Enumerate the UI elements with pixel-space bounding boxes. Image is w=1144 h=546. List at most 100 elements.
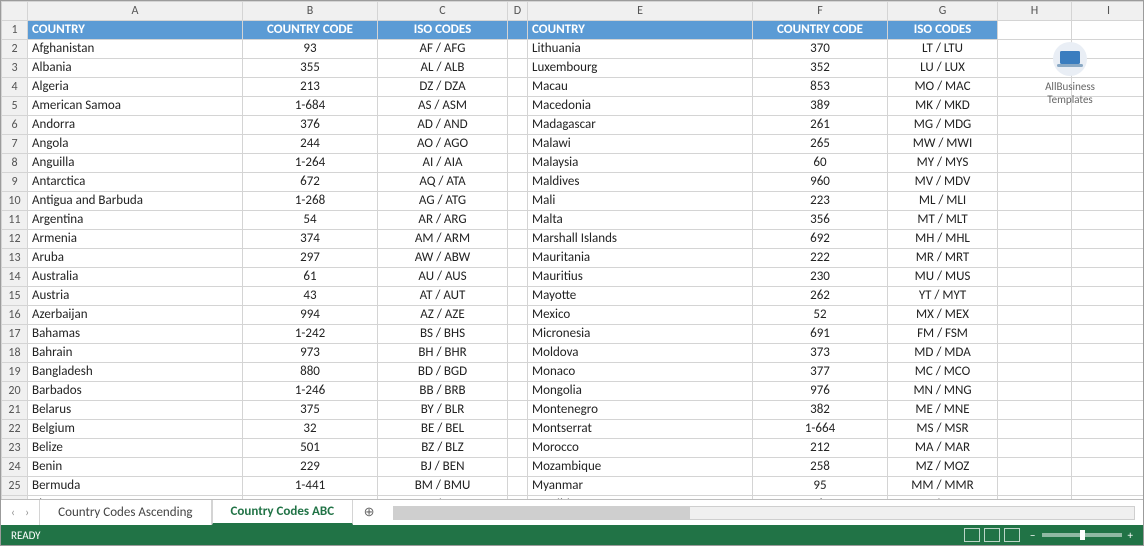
cell[interactable]: 382	[753, 401, 888, 420]
cell[interactable]: Luxembourg	[528, 59, 753, 78]
cell[interactable]: AU / AUS	[378, 268, 508, 287]
cell[interactable]: MX / MEX	[888, 306, 998, 325]
cell[interactable]: AZ / AZE	[378, 306, 508, 325]
cell[interactable]	[508, 344, 528, 363]
cell[interactable]: Moldova	[528, 344, 753, 363]
col-heading-F[interactable]: F	[753, 2, 888, 21]
cell[interactable]: Montserrat	[528, 420, 753, 439]
cell[interactable]: 1-264	[243, 154, 378, 173]
cell[interactable]	[508, 420, 528, 439]
cell[interactable]: MT / MLT	[888, 211, 998, 230]
cell[interactable]	[998, 325, 1072, 344]
cell[interactable]: 1-242	[243, 325, 378, 344]
cell[interactable]: LU / LUX	[888, 59, 998, 78]
cell[interactable]: Mali	[528, 192, 753, 211]
cell[interactable]	[508, 40, 528, 59]
row-heading[interactable]: 1	[2, 21, 28, 40]
cell[interactable]: Albania	[28, 59, 243, 78]
row-heading[interactable]: 24	[2, 458, 28, 477]
cell[interactable]	[1072, 287, 1144, 306]
row-heading[interactable]: 21	[2, 401, 28, 420]
cell[interactable]: 244	[243, 135, 378, 154]
view-normal-icon[interactable]	[964, 528, 980, 542]
cell[interactable]: ISO CODES	[378, 21, 508, 40]
cell[interactable]: Antarctica	[28, 173, 243, 192]
cell[interactable]: Mayotte	[528, 287, 753, 306]
cell[interactable]: 501	[243, 439, 378, 458]
cell[interactable]: Bermuda	[28, 477, 243, 496]
cell[interactable]: 43	[243, 287, 378, 306]
cell[interactable]: 32	[243, 420, 378, 439]
cell[interactable]: Belgium	[28, 420, 243, 439]
horizontal-scrollbar[interactable]	[385, 500, 1143, 525]
row-heading[interactable]: 14	[2, 268, 28, 287]
cell[interactable]: 297	[243, 249, 378, 268]
col-heading-G[interactable]: G	[888, 2, 998, 21]
cell[interactable]: Marshall Islands	[528, 230, 753, 249]
cell[interactable]	[998, 135, 1072, 154]
cell[interactable]: COUNTRY	[528, 21, 753, 40]
cell[interactable]: 376	[243, 116, 378, 135]
cell[interactable]	[998, 192, 1072, 211]
cell[interactable]	[1072, 173, 1144, 192]
cell[interactable]	[508, 154, 528, 173]
cell[interactable]: COUNTRY	[28, 21, 243, 40]
cell[interactable]: 370	[753, 40, 888, 59]
cell[interactable]: BB / BRB	[378, 382, 508, 401]
cell[interactable]	[1072, 477, 1144, 496]
cell[interactable]: Anguilla	[28, 154, 243, 173]
cell[interactable]: 61	[243, 268, 378, 287]
cell[interactable]: 1-441	[243, 477, 378, 496]
cell[interactable]: 229	[243, 458, 378, 477]
cell[interactable]: BZ / BLZ	[378, 439, 508, 458]
cell[interactable]: Azerbaijan	[28, 306, 243, 325]
cell[interactable]: BJ / BEN	[378, 458, 508, 477]
cell[interactable]: 265	[753, 135, 888, 154]
cell[interactable]	[998, 154, 1072, 173]
cell[interactable]	[508, 439, 528, 458]
cell[interactable]	[508, 325, 528, 344]
row-heading[interactable]: 25	[2, 477, 28, 496]
cell[interactable]: Antigua and Barbuda	[28, 192, 243, 211]
cell[interactable]: AO / AGO	[378, 135, 508, 154]
cell[interactable]: Mexico	[528, 306, 753, 325]
cell[interactable]: 973	[243, 344, 378, 363]
cell[interactable]: AI / AIA	[378, 154, 508, 173]
col-heading-A[interactable]: A	[28, 2, 243, 21]
cell[interactable]: MZ / MOZ	[888, 458, 998, 477]
row-heading[interactable]: 5	[2, 97, 28, 116]
cell[interactable]	[998, 21, 1072, 40]
row-heading[interactable]: 2	[2, 40, 28, 59]
cell[interactable]	[998, 306, 1072, 325]
cell[interactable]: AW / ABW	[378, 249, 508, 268]
row-heading[interactable]: 10	[2, 192, 28, 211]
cell[interactable]	[508, 192, 528, 211]
cell[interactable]: 373	[753, 344, 888, 363]
cell[interactable]: MO / MAC	[888, 78, 998, 97]
row-heading[interactable]: 22	[2, 420, 28, 439]
cell[interactable]	[1072, 116, 1144, 135]
cell[interactable]: Monaco	[528, 363, 753, 382]
col-heading-C[interactable]: C	[378, 2, 508, 21]
cell[interactable]	[508, 211, 528, 230]
cell[interactable]: 355	[243, 59, 378, 78]
cell[interactable]	[998, 363, 1072, 382]
cell[interactable]	[508, 135, 528, 154]
cell[interactable]: AQ / ATA	[378, 173, 508, 192]
cell[interactable]: 60	[753, 154, 888, 173]
cell[interactable]: Maldives	[528, 173, 753, 192]
row-heading[interactable]: 7	[2, 135, 28, 154]
cell[interactable]: 692	[753, 230, 888, 249]
select-all-corner[interactable]	[2, 2, 28, 21]
row-heading[interactable]: 6	[2, 116, 28, 135]
cell[interactable]	[998, 268, 1072, 287]
cell[interactable]	[508, 116, 528, 135]
cell[interactable]	[508, 306, 528, 325]
cell[interactable]	[1072, 344, 1144, 363]
cell[interactable]: AT / AUT	[378, 287, 508, 306]
cell[interactable]: Morocco	[528, 439, 753, 458]
cell[interactable]: 352	[753, 59, 888, 78]
view-page-layout-icon[interactable]	[984, 528, 1000, 542]
cell[interactable]: Mongolia	[528, 382, 753, 401]
cell[interactable]: MK / MKD	[888, 97, 998, 116]
